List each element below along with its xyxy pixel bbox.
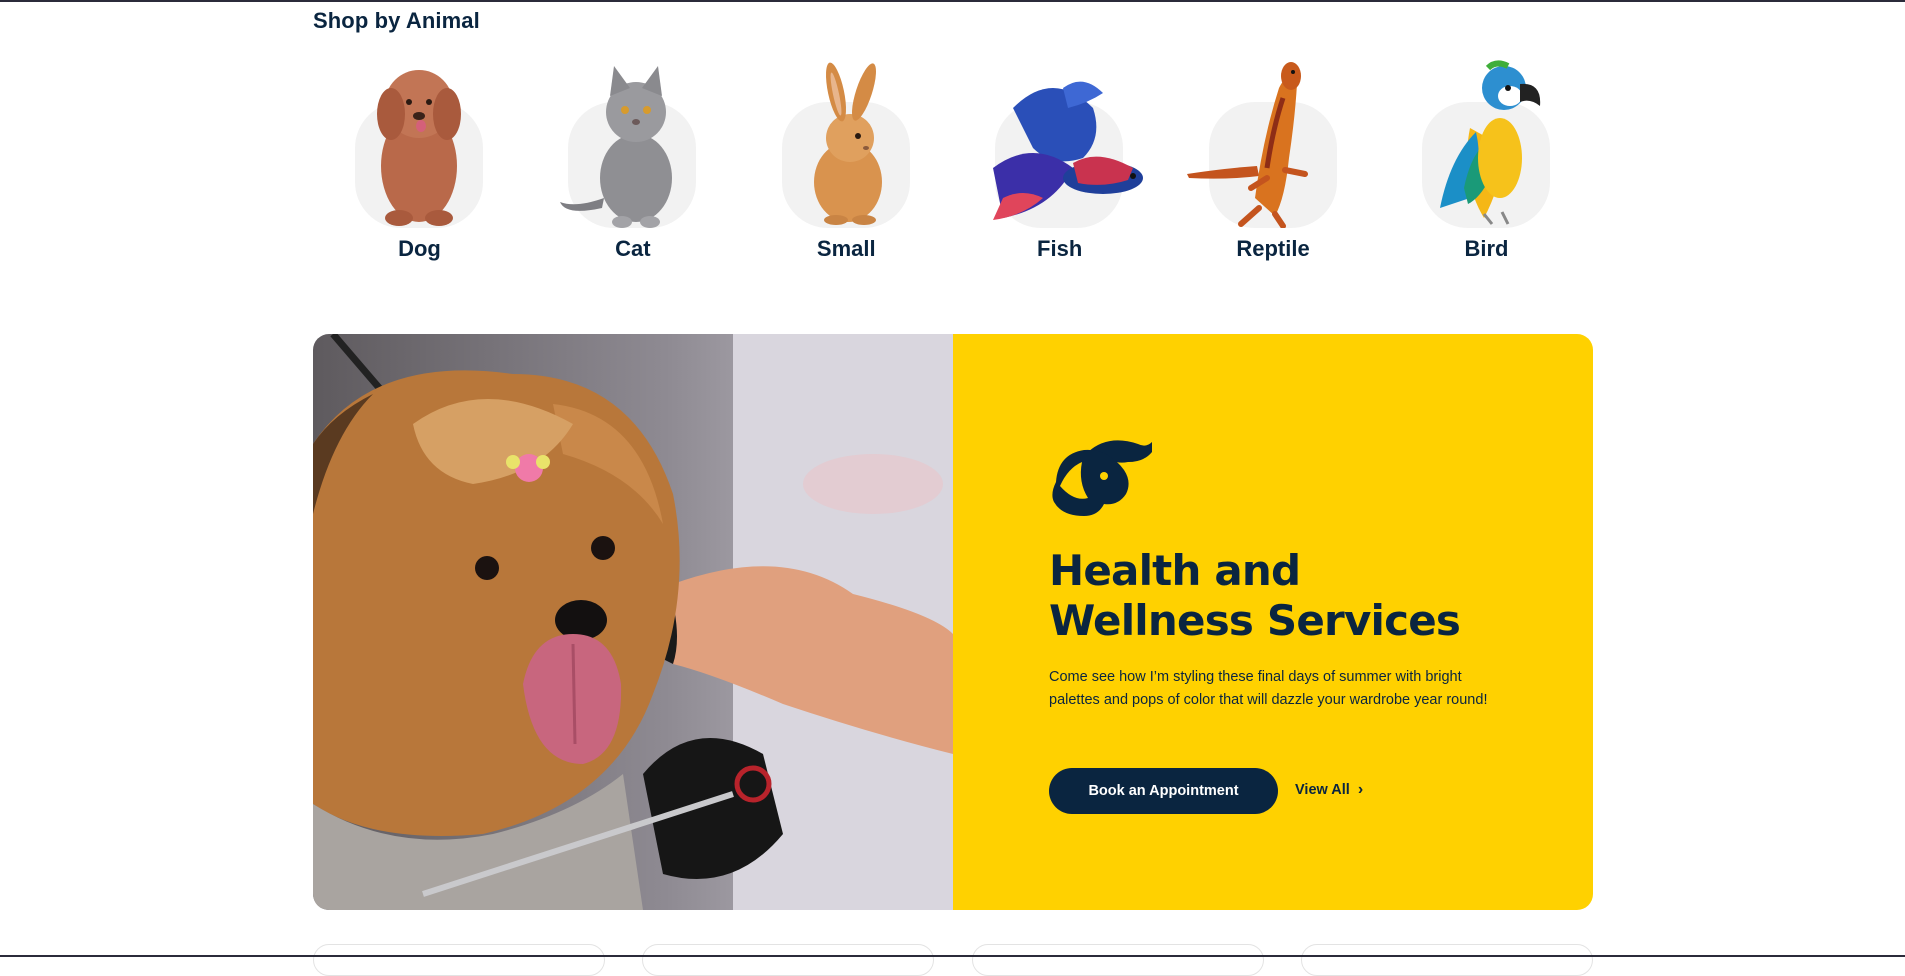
betta-fish-photo-icon (993, 81, 1144, 220)
top-divider (0, 0, 1905, 2)
service-card[interactable] (313, 944, 605, 976)
cat-photo-icon (560, 66, 673, 228)
animal-category-reptile[interactable]: Reptile (1167, 48, 1380, 278)
view-all-label: View All (1295, 782, 1350, 798)
promo-heading: Health and Wellness Services (1049, 546, 1469, 646)
promo-heading-line1: Health and (1049, 546, 1301, 595)
rabbit-photo-icon (813, 62, 882, 225)
promo-content-panel: Health and Wellness Services Come see ho… (953, 334, 1593, 910)
animal-category-cat[interactable]: Cat (526, 48, 739, 278)
animal-label: Reptile (1236, 236, 1310, 261)
animal-label: Bird (1464, 236, 1509, 261)
animal-category-bird[interactable]: Bird (1380, 48, 1593, 278)
service-card[interactable] (642, 944, 935, 976)
section-title: Shop by Animal (313, 8, 480, 33)
animal-label: Cat (615, 236, 651, 261)
groomed-dog-photo (313, 334, 953, 910)
view-all-link[interactable]: View All › (1295, 780, 1363, 800)
animal-label: Small (816, 236, 876, 261)
animal-category-small[interactable]: Small (740, 48, 953, 278)
animal-category-fish[interactable]: Fish (953, 48, 1166, 278)
health-wellness-promo: Health and Wellness Services Come see ho… (313, 334, 1593, 910)
lizard-photo-icon (1186, 62, 1308, 228)
dog-photo-icon (377, 70, 461, 226)
animal-category-list: Dog Cat Small Fish Reptile Bird (313, 48, 1593, 278)
animal-label: Fish (1037, 236, 1083, 261)
promo-heading-line2: Wellness Services (1049, 596, 1461, 645)
animal-label: Dog (398, 236, 441, 261)
service-card[interactable] (971, 944, 1264, 976)
chevron-right-icon: › (1357, 781, 1364, 798)
service-card[interactable] (1300, 944, 1593, 976)
animal-category-dog[interactable]: Dog (313, 48, 526, 278)
promo-description: Come see how I’m styling these final day… (1049, 669, 1488, 708)
yorkie-illustration-icon (313, 334, 953, 910)
dog-hand-care-icon (1052, 440, 1152, 516)
book-appointment-button[interactable]: Book an Appointment (1049, 768, 1278, 814)
macaw-photo-icon (1439, 60, 1541, 225)
